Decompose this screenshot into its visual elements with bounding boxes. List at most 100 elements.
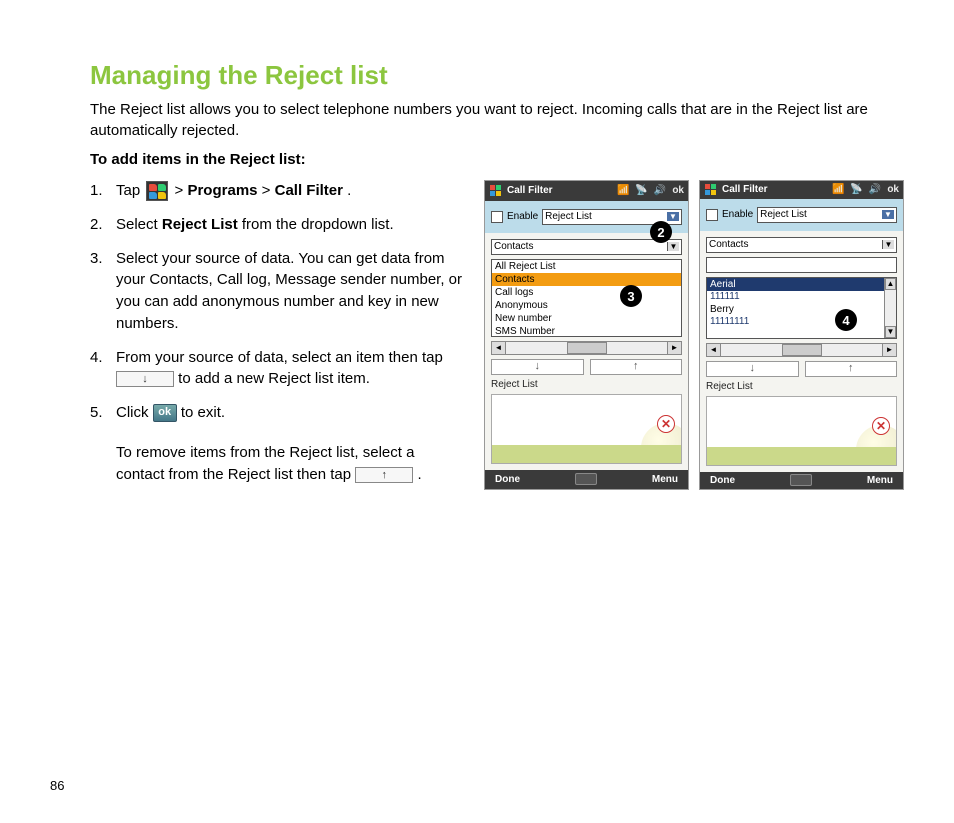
done-button[interactable]: Done <box>495 474 520 485</box>
step2-a: Select <box>116 216 162 233</box>
scroll-down-button[interactable]: ▼ <box>885 326 896 338</box>
volume-icon: 🔊 <box>654 185 666 196</box>
remove-up-button-icon: ↑ <box>355 467 413 483</box>
step-3: Select your source of data. You can get … <box>90 248 464 335</box>
done-button[interactable]: Done <box>710 475 735 486</box>
keyboard-icon[interactable] <box>790 474 812 486</box>
add-down-button[interactable]: ↓ <box>491 359 584 375</box>
scroll-up-button[interactable]: ▲ <box>885 278 896 290</box>
network-icon: 📡 <box>850 184 862 195</box>
remove-text-b: . <box>417 466 421 483</box>
source-listbox[interactable]: All Reject List Contacts Call logs Anony… <box>491 259 682 337</box>
callout-2: 2 <box>650 221 672 243</box>
combo-arrow-icon: ▼ <box>882 240 894 249</box>
remove-up-button[interactable]: ↑ <box>590 359 683 375</box>
search-input[interactable] <box>706 257 897 273</box>
list-item[interactable]: All Reject List <box>492 260 681 273</box>
list-item[interactable]: Anonymous <box>492 299 681 312</box>
start-icon[interactable] <box>704 183 718 197</box>
instructions-column: Tap > Programs > Call Filter . Select Re… <box>90 180 464 497</box>
enable-label: Enable <box>722 209 753 220</box>
source-combo[interactable]: Contacts ▼ <box>706 237 897 253</box>
page-heading: Managing the Reject list <box>90 60 904 91</box>
ground-decoration <box>492 445 681 463</box>
start-icon[interactable] <box>489 184 503 198</box>
dropdown-arrow-icon: ▼ <box>882 210 894 219</box>
keyboard-icon[interactable] <box>575 473 597 485</box>
combo-arrow-icon: ▼ <box>667 242 679 251</box>
enable-row: Enable Reject List ▼ <box>700 199 903 231</box>
step-5: Click ok to exit. To remove items from t… <box>90 402 464 485</box>
step5-b: to exit. <box>181 404 225 421</box>
contact-item[interactable]: Berry <box>707 303 896 316</box>
phone-screenshot-right: 4 Call Filter 📶 📡 🔊 ok Enable Reject Lis… <box>699 180 904 490</box>
source-combo-value: Contacts <box>494 241 533 252</box>
step1-sep2: > <box>262 182 275 199</box>
horizontal-scrollbar[interactable]: ◄ ► <box>491 341 682 355</box>
source-combo-value: Contacts <box>709 239 748 250</box>
step2-rejectlist: Reject List <box>162 216 238 233</box>
vertical-scrollbar[interactable]: ▲ ▼ <box>884 278 896 338</box>
step-2: Select Reject List from the dropdown lis… <box>90 214 464 236</box>
scroll-left-button[interactable]: ◄ <box>707 344 721 356</box>
horizontal-scrollbar[interactable]: ◄ ► <box>706 343 897 357</box>
step1-text-a: Tap <box>116 182 144 199</box>
list-item[interactable]: New number <box>492 312 681 325</box>
enable-checkbox[interactable] <box>706 209 718 221</box>
scroll-right-button[interactable]: ► <box>882 344 896 356</box>
enable-label: Enable <box>507 211 538 222</box>
add-down-button[interactable]: ↓ <box>706 361 799 377</box>
step1-programs: Programs <box>187 182 257 199</box>
list-item[interactable]: Call logs <box>492 286 681 299</box>
enable-dropdown-value: Reject List <box>760 209 807 220</box>
dropdown-arrow-icon: ▼ <box>667 212 679 221</box>
list-item[interactable]: SMS Number <box>492 325 681 337</box>
step4-b: to add a new Reject list item. <box>178 370 370 387</box>
reject-list-box[interactable]: ✕ <box>706 396 897 466</box>
signal-icon: 📶 <box>832 184 844 195</box>
network-icon: 📡 <box>635 185 647 196</box>
add-down-button-icon: ↓ <box>116 371 174 387</box>
menu-button[interactable]: Menu <box>652 474 678 485</box>
reject-list-box[interactable]: ✕ <box>491 394 682 464</box>
callout-4: 4 <box>835 309 857 331</box>
callout-3: 3 <box>620 285 642 307</box>
intro-text: The Reject list allows you to select tel… <box>90 99 904 141</box>
phone-titlebar: Call Filter 📶 📡 🔊 ok <box>485 181 688 201</box>
step1-sep1: > <box>175 182 188 199</box>
ground-decoration <box>707 447 896 465</box>
step5-a: Click <box>116 404 153 421</box>
app-title: Call Filter <box>722 184 768 195</box>
ok-icon[interactable]: ok <box>887 184 899 195</box>
scroll-left-button[interactable]: ◄ <box>492 342 506 354</box>
scroll-thumb[interactable] <box>782 344 822 356</box>
contacts-listbox[interactable]: Aerial 111111 Berry 11111111 ▲ ▼ <box>706 277 897 339</box>
contact-number: 111111 <box>707 291 896 303</box>
step-1: Tap > Programs > Call Filter . <box>90 180 464 202</box>
contact-number: 11111111 <box>707 316 896 328</box>
list-item-selected[interactable]: Contacts <box>492 273 681 286</box>
enable-checkbox[interactable] <box>491 211 503 223</box>
subheading: To add items in the Reject list: <box>90 151 904 168</box>
menu-button[interactable]: Menu <box>867 475 893 486</box>
ok-icon[interactable]: ok <box>672 185 684 196</box>
reject-list-label: Reject List <box>706 381 897 392</box>
reject-x-icon: ✕ <box>657 415 675 433</box>
enable-dropdown[interactable]: Reject List ▼ <box>757 207 897 223</box>
scroll-right-button[interactable]: ► <box>667 342 681 354</box>
contact-item-selected[interactable]: Aerial <box>707 278 896 291</box>
windows-start-icon <box>146 181 168 201</box>
scroll-thumb[interactable] <box>567 342 607 354</box>
step2-c: from the dropdown list. <box>242 216 394 233</box>
reject-x-icon: ✕ <box>872 417 890 435</box>
phone-bottombar: Done Menu <box>485 470 688 490</box>
step1-period: . <box>347 182 351 199</box>
volume-icon: 🔊 <box>869 184 881 195</box>
phone-bottombar: Done Menu <box>700 472 903 490</box>
enable-dropdown-value: Reject List <box>545 211 592 222</box>
source-combo[interactable]: Contacts ▼ <box>491 239 682 255</box>
app-title: Call Filter <box>507 185 553 196</box>
phone-titlebar: Call Filter 📶 📡 🔊 ok <box>700 181 903 199</box>
screenshots-column: 2 3 Call Filter 📶 📡 🔊 ok Enable Reject L… <box>484 180 904 497</box>
remove-up-button[interactable]: ↑ <box>805 361 898 377</box>
